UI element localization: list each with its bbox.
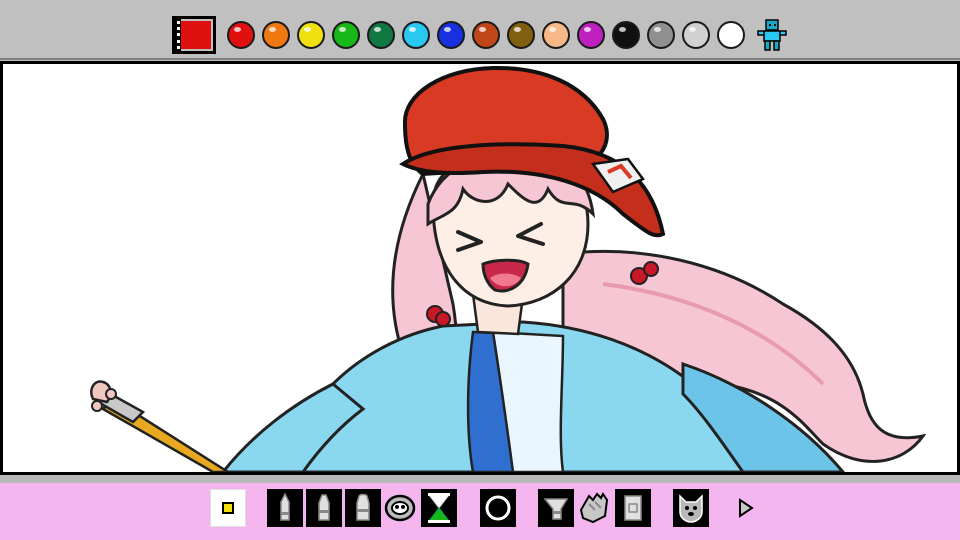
color-swatch-gray[interactable] <box>647 21 675 49</box>
stamp-tool[interactable] <box>480 489 516 527</box>
pencil-tool[interactable] <box>267 489 303 527</box>
color-swatch-dark-green[interactable] <box>367 21 395 49</box>
color-swatch-cyan[interactable] <box>402 21 430 49</box>
spray-tool[interactable] <box>382 489 418 527</box>
hourglass-icon <box>427 493 451 523</box>
eraser-tool[interactable] <box>615 489 651 527</box>
undo-tool[interactable] <box>421 489 457 527</box>
color-swatch-brown-red[interactable] <box>472 21 500 49</box>
color-swatch-green[interactable] <box>332 21 360 49</box>
crayon-tool[interactable] <box>345 489 381 527</box>
pencil-icon <box>280 492 290 521</box>
crayon-icon <box>356 493 370 521</box>
color-swatch-blue[interactable] <box>437 21 465 49</box>
color-swatch-yellow[interactable] <box>297 21 325 49</box>
robot-mascot-icon[interactable] <box>756 18 788 52</box>
color-swatch-peach[interactable] <box>542 21 570 49</box>
paint-bucket-tool[interactable] <box>538 489 574 527</box>
circle-stamp-icon <box>485 495 511 521</box>
current-color-swatch[interactable] <box>172 16 216 54</box>
color-palette <box>172 16 788 54</box>
spray-can-icon <box>384 494 416 522</box>
color-palette-bar <box>0 0 960 60</box>
canvas-bottom-border <box>0 475 960 483</box>
drawing-canvas[interactable] <box>0 61 960 475</box>
color-swatch-olive-brown[interactable] <box>507 21 535 49</box>
dog-tool[interactable] <box>673 489 709 527</box>
eraser-icon <box>624 495 642 521</box>
color-swatch-white[interactable] <box>717 21 745 49</box>
color-swatch-orange[interactable] <box>262 21 290 49</box>
color-swatch-light-gray[interactable] <box>682 21 710 49</box>
color-swatch-magenta[interactable] <box>577 21 605 49</box>
eraser-hand-icon <box>579 492 609 524</box>
eraser-hand-tool[interactable] <box>575 489 611 527</box>
marker-tool[interactable] <box>306 489 342 527</box>
character-illustration <box>90 65 927 472</box>
brush-size-tool[interactable] <box>210 489 246 527</box>
paint-bucket-icon <box>543 498 569 520</box>
color-swatch-list <box>227 21 745 49</box>
next-page-button[interactable] <box>728 489 764 527</box>
color-swatch-red[interactable] <box>227 21 255 49</box>
tool-bar <box>0 483 960 540</box>
color-swatch-black[interactable] <box>612 21 640 49</box>
marker-icon <box>318 494 330 521</box>
small-square-icon <box>222 502 234 514</box>
dog-face-icon <box>679 494 703 523</box>
arrow-right-icon <box>739 498 754 518</box>
current-color-fill <box>181 21 211 49</box>
